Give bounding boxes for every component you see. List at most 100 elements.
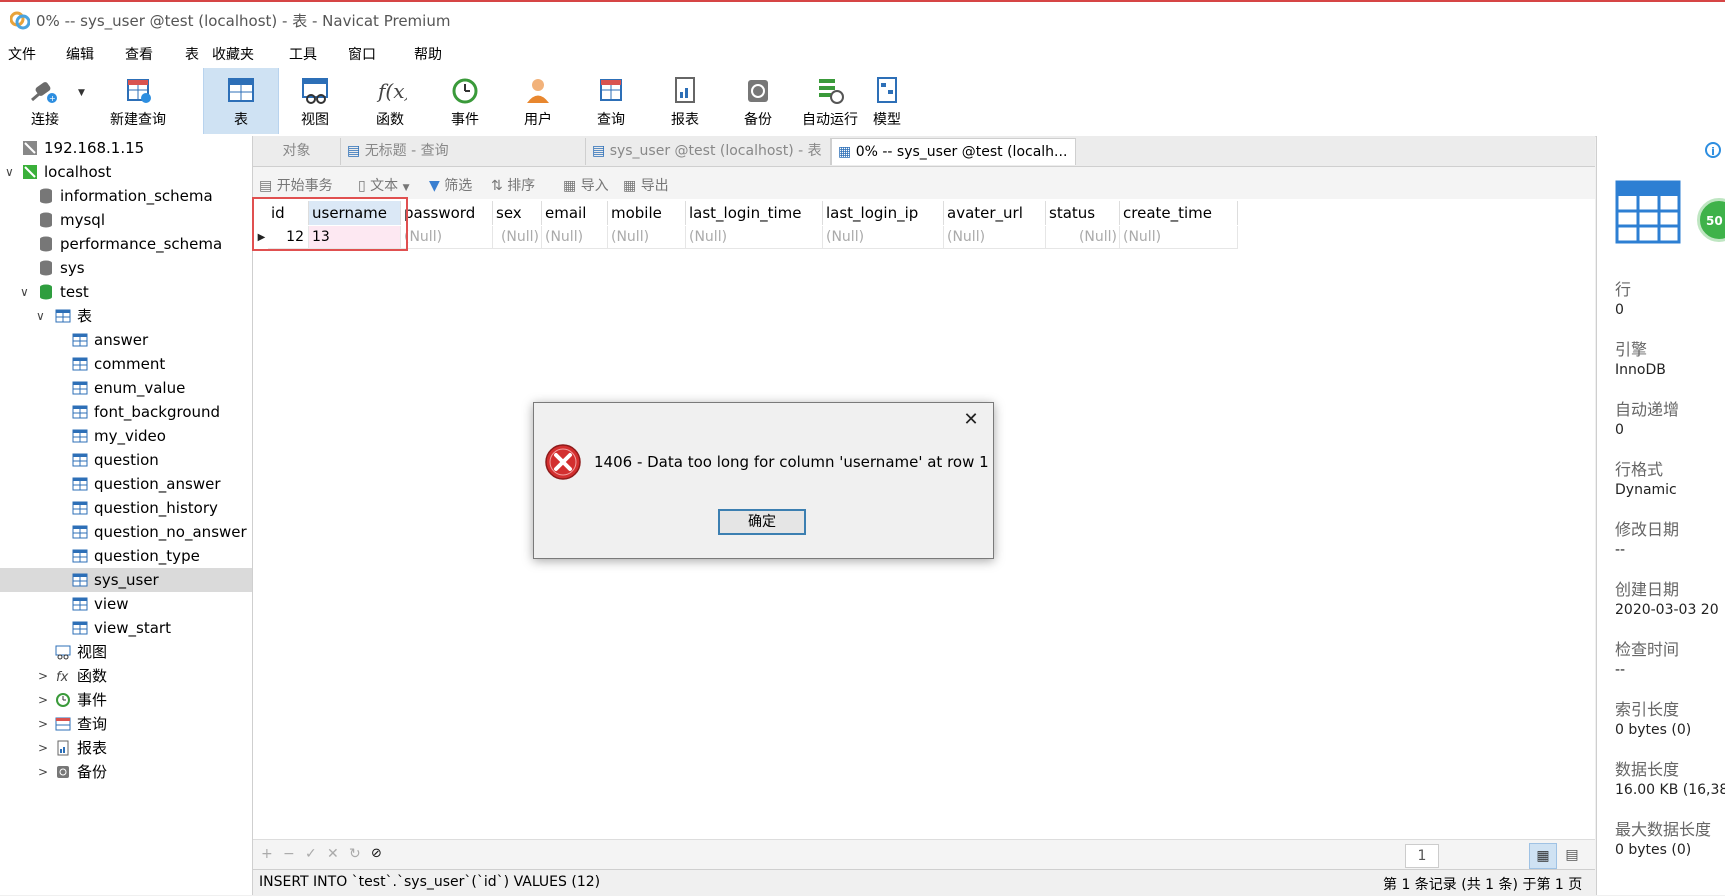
tree-server-localhost[interactable]: ∨ localhost [0,160,252,184]
menu-window[interactable]: 窗口 [348,44,376,64]
connect-button[interactable]: + 连接 [10,68,80,134]
cell-last-login-time[interactable]: (Null) [686,226,823,249]
tree-table-view-start[interactable]: view_start [0,616,252,640]
column-header-mobile[interactable]: mobile [608,201,686,225]
expand-arrow-icon[interactable]: > [38,736,48,760]
menu-view[interactable]: 查看 [125,44,153,64]
tree-group-queries[interactable]: > 查询 [0,712,252,736]
cell-create-time[interactable]: (Null) [1120,226,1238,249]
tree-group-events[interactable]: > 事件 [0,688,252,712]
expand-arrow-icon[interactable]: > [38,760,48,784]
query-tool-button[interactable]: 查询 [576,68,646,134]
tree-db-label: test [60,283,89,301]
expand-arrow-icon[interactable]: > [38,664,48,688]
tree-group-tables[interactable]: ∨ 表 [0,304,252,328]
export-button[interactable]: ▦ 导出 [623,175,669,195]
cell-password[interactable]: (Null) [401,226,493,249]
delete-record-icon[interactable]: − [283,846,295,862]
cell-avater-url[interactable]: (Null) [944,226,1046,249]
cell-last-login-ip[interactable]: (Null) [823,226,944,249]
tree-table-question-answer[interactable]: question_answer [0,472,252,496]
column-header-password[interactable]: password [401,201,493,225]
expand-arrow-icon[interactable]: > [38,712,48,736]
column-header-last-login-time[interactable]: last_login_time [686,201,823,225]
tree-server-remote[interactable]: 192.168.1.15 [0,136,252,160]
text-button[interactable]: ▯ 文本 ▼ [358,175,410,195]
cell-status[interactable]: (Null) [1046,226,1120,249]
collapse-arrow-icon[interactable]: ∨ [5,160,14,184]
page-number-field[interactable]: 1 [1405,844,1439,868]
tree-db-performance-schema[interactable]: performance_schema [0,232,252,256]
tree-db-test[interactable]: ∨ test [0,280,252,304]
expand-arrow-icon[interactable]: > [38,688,48,712]
column-header-create-time[interactable]: create_time [1120,201,1238,225]
tab-untitled-query[interactable]: ▤ 无标题 - 查询 [341,138,586,165]
tree-table-enum-value[interactable]: enum_value [0,376,252,400]
tree-table-question[interactable]: question [0,448,252,472]
tab-sys-user-data[interactable]: ▦ 0% -- sys_user @test (localh... [831,138,1076,165]
connect-dropdown-icon[interactable]: ▼ [78,88,85,98]
tree-table-question-history[interactable]: question_history [0,496,252,520]
tree-table-font-background[interactable]: font_background [0,400,252,424]
menu-favorites[interactable]: 收藏夹 [212,44,254,64]
ok-button[interactable]: 确定 [718,509,806,535]
tab-objects[interactable]: 对象 [253,138,341,165]
new-query-button[interactable]: 新建查询 [88,68,188,134]
tree-group-functions[interactable]: > fx 函数 [0,664,252,688]
user-tool-button[interactable]: 用户 [503,68,573,134]
table-icon [72,477,88,491]
tree-db-mysql[interactable]: mysql [0,208,252,232]
table-tool-button[interactable]: 表 [203,68,279,134]
tree-group-views[interactable]: 视图 [0,640,252,664]
column-header-email[interactable]: email [542,201,608,225]
cell-email[interactable]: (Null) [542,226,608,249]
begin-transaction-button[interactable]: ▤ 开始事务 [259,175,333,195]
menu-tools[interactable]: 工具 [289,44,317,64]
sort-button[interactable]: ⇅ 排序 [491,175,535,195]
table-icon [72,429,88,443]
add-record-icon[interactable]: + [261,846,273,862]
tree-table-view[interactable]: view [0,592,252,616]
menu-help[interactable]: 帮助 [414,44,442,64]
form-view-icon[interactable]: ▤ [1559,843,1585,867]
grid-view-icon[interactable]: ▦ [1529,843,1557,869]
menu-file[interactable]: 文件 [8,44,36,64]
tree-table-sys-user[interactable]: sys_user [0,568,252,592]
column-header-avater-url[interactable]: avater_url [944,201,1046,225]
tree-table-comment[interactable]: comment [0,352,252,376]
column-header-sex[interactable]: sex [493,201,542,225]
cell-sex[interactable]: (Null) [493,226,542,249]
view-tool-button[interactable]: 视图 [280,68,350,134]
import-button[interactable]: ▦ 导入 [563,175,609,195]
collapse-arrow-icon[interactable]: ∨ [36,304,45,328]
table-icon [72,357,88,371]
tree-db-information-schema[interactable]: information_schema [0,184,252,208]
tree-table-question-type[interactable]: question_type [0,544,252,568]
info-icon[interactable]: i [1705,142,1721,158]
collapse-arrow-icon[interactable]: ∨ [20,280,29,304]
menu-edit[interactable]: 编辑 [66,44,94,64]
close-icon[interactable]: ✕ [958,407,984,433]
column-header-last-login-ip[interactable]: last_login_ip [823,201,944,225]
function-tool-button[interactable]: f(x) 函数 [355,68,425,134]
tree-db-sys[interactable]: sys [0,256,252,280]
tab-sys-user-design[interactable]: ▤ sys_user @test (localhost) - 表 [586,138,831,165]
tree-group-backups[interactable]: > 备份 [0,760,252,784]
tree-table-answer[interactable]: answer [0,328,252,352]
apply-record-icon[interactable]: ✓ [305,846,317,862]
filter-icon: ▼ [429,178,440,194]
cell-mobile[interactable]: (Null) [608,226,686,249]
model-tool-button[interactable]: 模型 [852,68,922,134]
report-tool-button[interactable]: 报表 [650,68,720,134]
clock-icon [452,78,478,104]
discard-record-icon[interactable]: ✕ [327,846,339,862]
column-header-status[interactable]: status [1046,201,1120,225]
filter-button[interactable]: ▼ 筛选 [429,175,472,195]
tree-table-my-video[interactable]: my_video [0,424,252,448]
refresh-icon[interactable]: ↻ [349,846,361,862]
stop-icon[interactable]: ⊘ [371,846,382,861]
tree-table-question-no-answer[interactable]: question_no_answer [0,520,252,544]
tree-group-reports[interactable]: > 报表 [0,736,252,760]
event-tool-button[interactable]: 事件 [430,68,500,134]
menu-table[interactable]: 表 [185,44,199,64]
